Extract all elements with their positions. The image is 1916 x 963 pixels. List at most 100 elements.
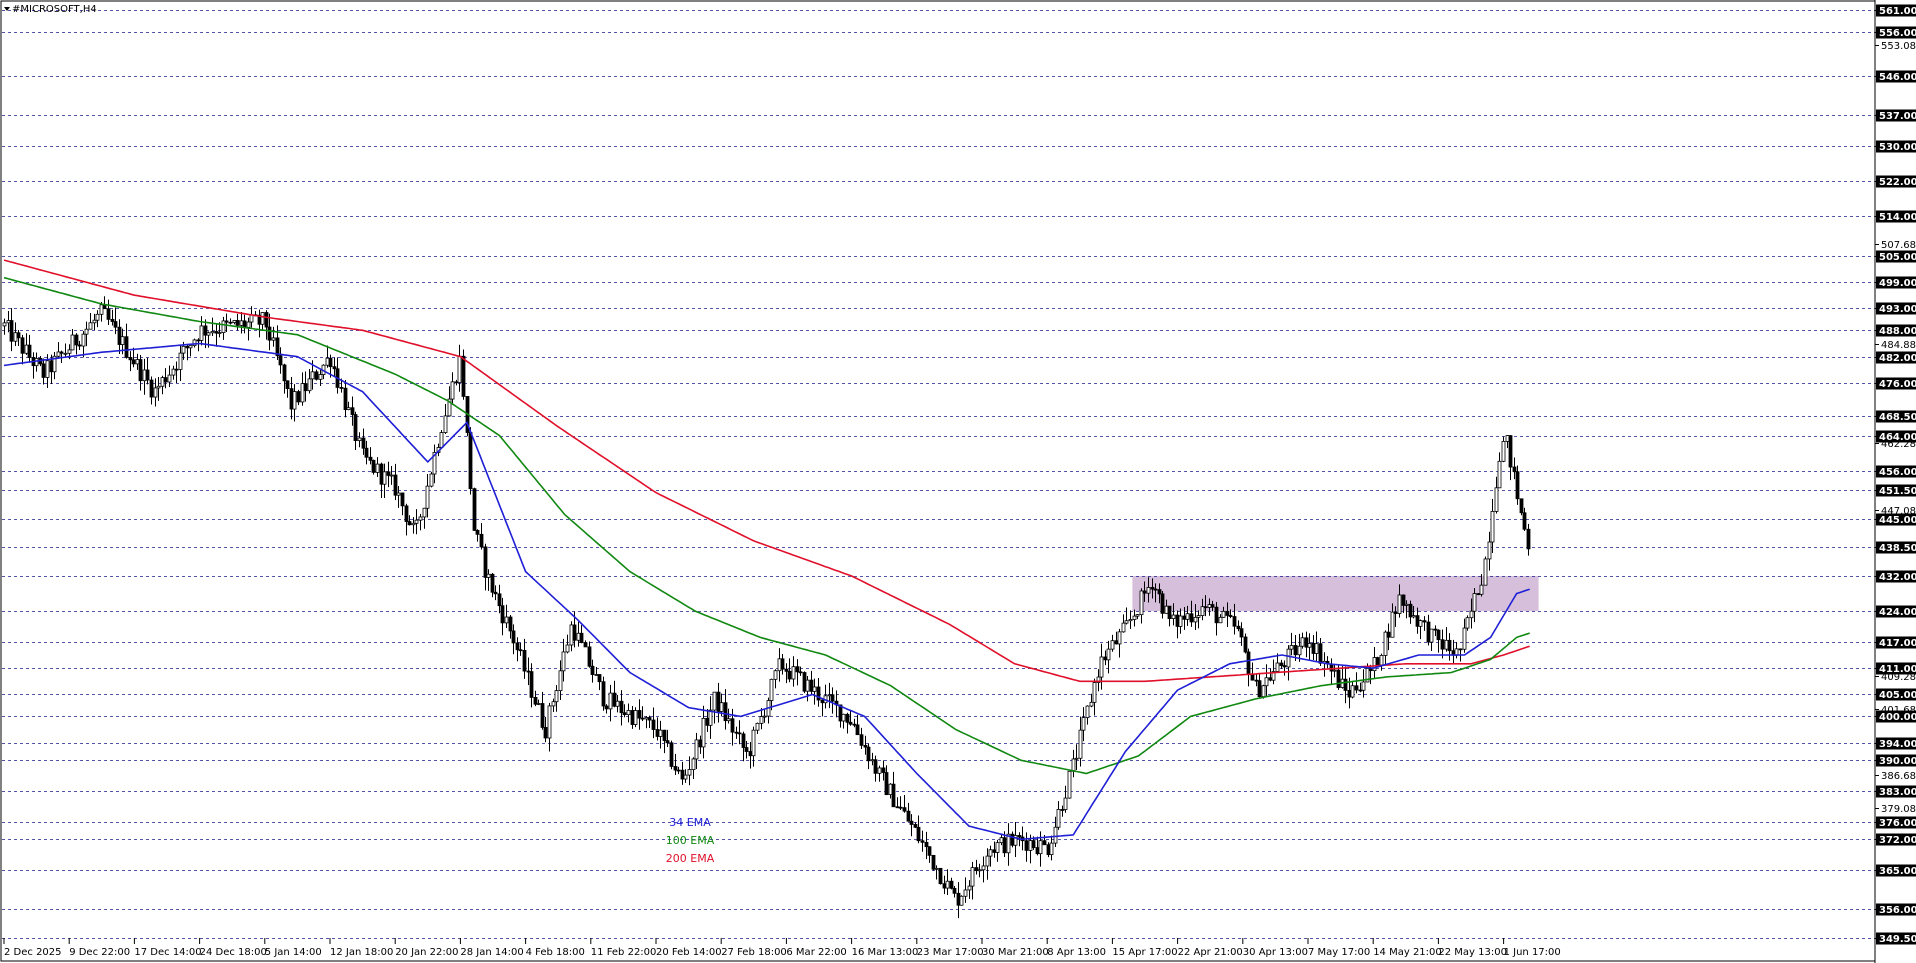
price-tick-label: 462.28 <box>1881 439 1916 450</box>
candle-body <box>1415 615 1420 627</box>
candle-body <box>1297 645 1302 656</box>
candle-body <box>866 746 871 762</box>
candle-body <box>1081 717 1086 731</box>
candle-body <box>235 320 240 326</box>
level-label: 499.00 <box>1875 276 1916 289</box>
candle <box>938 867 943 885</box>
candle <box>633 707 638 728</box>
candle-body <box>748 751 753 757</box>
candle-body <box>16 332 21 339</box>
candle-body <box>673 766 678 771</box>
candle-body <box>142 369 147 382</box>
candle-body <box>773 670 778 680</box>
candle-body <box>637 710 642 719</box>
candle-body <box>1114 640 1119 645</box>
candle-body <box>414 519 419 524</box>
candle-body <box>99 304 104 315</box>
candle-body <box>1049 842 1054 856</box>
candle-body <box>515 642 520 651</box>
level-label-text: 383.00 <box>1879 787 1916 798</box>
level-label: 438.50 <box>1875 541 1916 554</box>
candle-body <box>569 624 574 646</box>
level-label: 514.00 <box>1875 210 1916 223</box>
candle-body <box>751 729 756 757</box>
candle-body <box>325 357 330 366</box>
candle-body <box>830 694 835 702</box>
candle-body <box>1063 797 1068 810</box>
candle-body <box>845 713 850 723</box>
price-chart[interactable]: 561.00 556.00 546.00 537.00 530.00 522.00 514.… <box>0 0 1916 963</box>
candle-body <box>171 368 176 376</box>
candle-body <box>1314 643 1319 654</box>
candle-body <box>1243 636 1248 653</box>
candle-body <box>131 359 136 365</box>
candle-body <box>934 867 939 870</box>
candle-body <box>92 319 97 324</box>
candle-body <box>483 546 488 578</box>
candle-body <box>540 703 545 728</box>
candle-body <box>77 344 82 347</box>
candle-body <box>1304 637 1309 648</box>
level-label: 405.00 <box>1875 688 1916 701</box>
candle-body <box>920 840 925 843</box>
candle-body <box>163 377 168 383</box>
candle-body <box>1426 621 1431 643</box>
candle-body <box>723 702 728 722</box>
level-label: 432.00 <box>1875 570 1916 583</box>
candle-body <box>314 371 319 380</box>
candle-body <box>1071 758 1076 772</box>
candle-body <box>396 492 401 496</box>
candle-body <box>343 387 348 410</box>
candle-body <box>1099 656 1104 678</box>
candle-body <box>590 665 595 675</box>
level-label: 383.00 <box>1875 785 1916 798</box>
candle-body <box>927 846 932 856</box>
time-tick-label: 28 Jan 14:00 <box>460 947 523 958</box>
legend-item: 200 EMA <box>666 852 715 865</box>
candle-body <box>156 385 161 389</box>
candle-body <box>622 712 627 716</box>
candle-body <box>1264 677 1269 687</box>
candle-body <box>450 381 455 400</box>
candle-body <box>945 880 950 889</box>
candle-body <box>956 892 961 906</box>
candle-body <box>992 849 997 853</box>
candle-body <box>1318 643 1323 664</box>
candle-body <box>1526 528 1531 550</box>
candle-body <box>443 415 448 433</box>
candle-body <box>486 573 491 578</box>
level-label: 394.00 <box>1875 737 1916 750</box>
level-label-text: 451.50 <box>1879 486 1916 497</box>
candle-body <box>898 806 903 809</box>
candle <box>465 396 470 437</box>
candle-body <box>1465 617 1470 629</box>
candle-body <box>1383 631 1388 656</box>
candle-body <box>282 364 287 382</box>
candle-body <box>1444 639 1449 650</box>
candle-body <box>242 320 247 328</box>
candle-body <box>1185 613 1190 620</box>
candle-body <box>970 867 975 887</box>
candle-body <box>1053 826 1058 844</box>
candle-body <box>812 686 817 692</box>
candle-body <box>583 642 588 648</box>
candle-body <box>124 336 129 358</box>
candle-body <box>504 616 509 624</box>
candle-body <box>303 383 308 392</box>
candle-body <box>41 363 46 378</box>
candle-body <box>407 521 412 526</box>
candle-body <box>357 437 362 441</box>
candle-body <box>67 349 72 354</box>
candle-body <box>612 692 617 707</box>
candle-body <box>630 710 635 725</box>
candle-body <box>1078 729 1083 759</box>
candle-body <box>1246 651 1251 676</box>
candle-body <box>1332 669 1337 672</box>
candle-body <box>626 710 631 716</box>
candle-body <box>526 670 531 673</box>
candle <box>1067 770 1072 799</box>
candle-body <box>759 716 764 724</box>
symbol-header[interactable]: #MICROSOFT,H4 <box>4 4 97 15</box>
candle-body <box>1279 662 1284 666</box>
level-label-text: 522.00 <box>1879 177 1916 188</box>
